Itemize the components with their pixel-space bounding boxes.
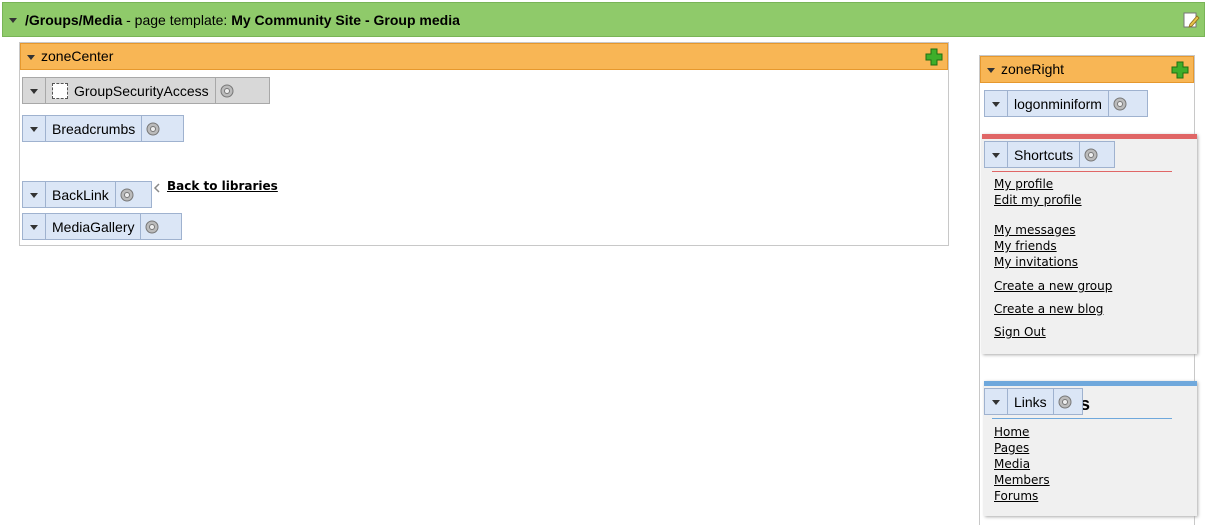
page-template-bar: /Groups/Media - page template: My Commun… [2,2,1205,37]
zone-center-header: zoneCenter [20,43,948,70]
links-panel: ks Links Home Pages Media Members Forums [984,381,1197,516]
nav-link[interactable]: Home [994,425,1029,439]
zone-center-label: zoneCenter [41,48,114,64]
webpart-label: MediaGallery [52,218,135,235]
webpart-group-security-access[interactable]: GroupSecurityAccess [22,77,270,104]
webpart-breadcrumbs[interactable]: Breadcrumbs [22,115,184,142]
back-arrow-icon [153,183,160,193]
template-name: My Community Site - Group media [231,12,460,28]
edit-icon[interactable] [1182,11,1200,29]
zone-right-header: zoneRight [980,56,1194,83]
dropdown-arrow-icon[interactable] [985,64,997,76]
gear-icon[interactable] [141,116,164,141]
shortcut-link[interactable]: My messages [994,223,1075,237]
dropdown-arrow-icon[interactable] [985,142,1008,167]
dropdown-arrow-icon[interactable] [985,389,1008,414]
shortcut-link[interactable]: My invitations [994,255,1078,269]
dropdown-arrow-icon[interactable] [23,214,46,239]
page-template-title: /Groups/Media - page template: My Commun… [25,3,460,38]
dropdown-arrow-icon[interactable] [23,78,46,103]
plus-icon[interactable] [925,48,943,66]
nav-link[interactable]: Members [994,473,1050,487]
webpart-backlink[interactable]: BackLink [22,181,152,208]
webpart-media-gallery[interactable]: MediaGallery [22,213,182,240]
nav-link[interactable]: Pages [994,441,1029,455]
template-separator: - page template: [122,12,232,28]
shortcut-link[interactable]: My profile [994,177,1053,191]
webpart-shortcuts[interactable]: Shortcuts [984,141,1115,168]
shortcut-link[interactable]: My friends [994,239,1057,253]
shortcut-link[interactable]: Sign Out [994,325,1046,339]
gear-icon[interactable] [140,214,163,239]
dropdown-arrow-icon[interactable] [6,12,20,28]
dropdown-arrow-icon[interactable] [23,116,46,141]
dropdown-arrow-icon[interactable] [23,182,46,207]
gear-icon[interactable] [1079,142,1102,167]
webpart-label: Shortcuts [1014,146,1074,163]
plus-icon[interactable] [1171,61,1189,79]
gear-icon[interactable] [114,182,138,207]
webpart-label: Links [1014,393,1047,410]
webpart-links[interactable]: Links [984,388,1083,415]
nav-link[interactable]: Media [994,457,1030,471]
shortcut-link[interactable]: Create a new blog [994,302,1103,316]
dropdown-arrow-icon[interactable] [25,51,37,63]
webpart-label: GroupSecurityAccess [74,82,209,99]
dropdown-arrow-icon[interactable] [985,91,1008,116]
gear-icon[interactable] [1052,389,1076,414]
checkbox-icon[interactable] [52,82,68,99]
zone-right-label: zoneRight [1001,61,1065,77]
nav-link[interactable]: Forums [994,489,1038,503]
shortcuts-panel: Shortcuts My profile Edit my profile My … [982,134,1197,354]
back-to-libraries-link[interactable]: Back to libraries [167,179,278,193]
shortcut-link[interactable]: Create a new group [994,279,1112,293]
gear-icon[interactable] [1107,91,1131,116]
zone-right: zoneRight logonminiform Shortcuts My pro… [979,55,1197,525]
shortcuts-divider [992,171,1172,172]
webpart-logonminiform[interactable]: logonminiform [984,90,1148,117]
webpart-label: Breadcrumbs [52,120,136,137]
shortcut-link[interactable]: Edit my profile [994,193,1082,207]
gear-icon[interactable] [214,78,238,103]
webpart-label: BackLink [52,186,109,203]
page-path: /Groups/Media [25,12,123,28]
zone-center: zoneCenter GroupSecurityAccess Breadcrum… [19,42,949,246]
links-divider [992,418,1172,419]
webpart-label: logonminiform [1014,95,1102,112]
